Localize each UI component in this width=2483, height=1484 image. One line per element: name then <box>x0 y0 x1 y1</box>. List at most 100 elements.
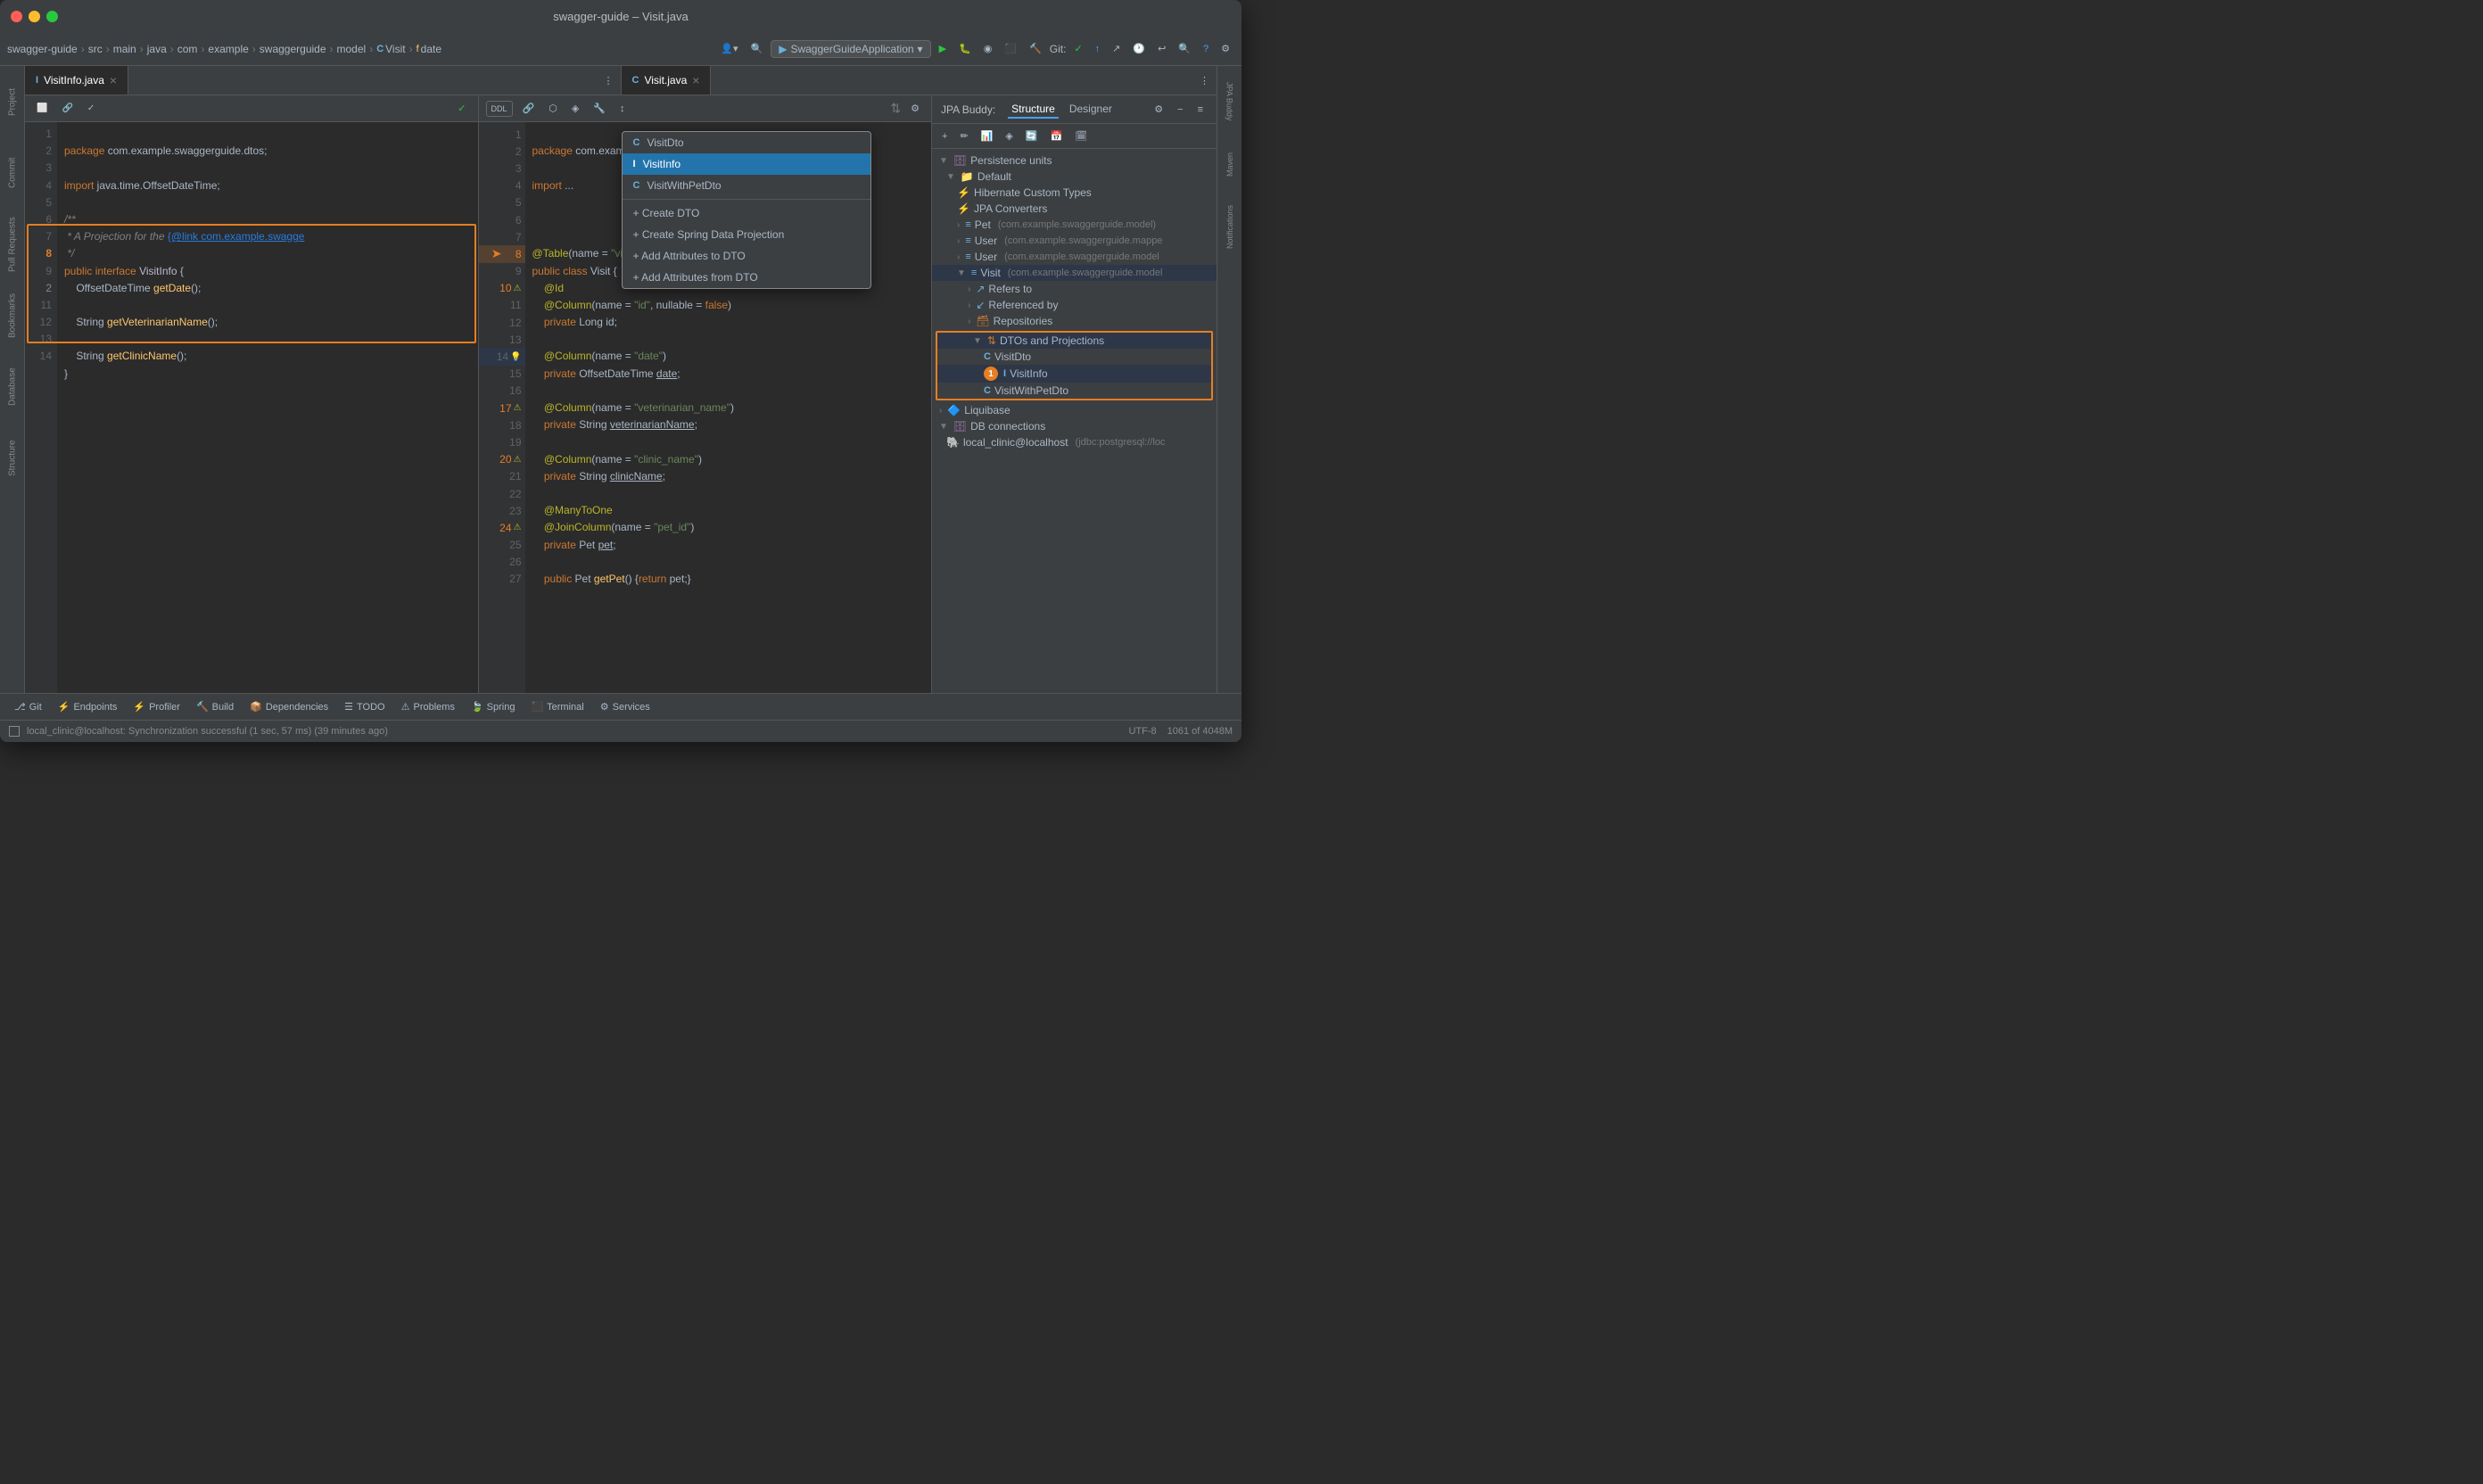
right-tab-notifications[interactable]: Notifications <box>1217 191 1242 262</box>
help-button[interactable]: ? <box>1199 41 1213 57</box>
tree-jpa-converters[interactable]: ⚡ JPA Converters <box>932 201 1217 217</box>
navigate-button[interactable]: 🔍 <box>747 40 768 57</box>
sidebar-tab-pull-requests[interactable]: Pull Requests <box>0 209 25 280</box>
bottom-tab-build[interactable]: 🔨 Build <box>189 698 241 715</box>
bottom-tab-dependencies[interactable]: 📦 Dependencies <box>243 698 335 715</box>
bottom-tab-todo[interactable]: ☰ TODO <box>337 698 392 715</box>
right-tool-5[interactable]: 🔧 <box>589 100 610 117</box>
tree-user-2[interactable]: › ≡ User (com.example.swaggerguide.model <box>932 249 1217 265</box>
dropdown-create-dto[interactable]: + Create DTO <box>623 202 870 224</box>
tab-visit[interactable]: C Visit.java × <box>622 66 712 95</box>
left-tool-validate[interactable]: ✓ <box>453 100 470 117</box>
traffic-lights[interactable] <box>11 11 58 22</box>
jpa-add-btn[interactable]: + <box>937 128 952 144</box>
breadcrumb-java[interactable]: java <box>147 43 167 55</box>
right-settings[interactable]: ⚙ <box>906 100 924 117</box>
tree-liquibase[interactable]: › 🔷 Liquibase <box>932 402 1217 418</box>
search-button[interactable]: 🔍 <box>1174 40 1195 57</box>
tree-referenced-by[interactable]: › ↙ Referenced by <box>932 297 1217 313</box>
coverage-button[interactable]: ◉ <box>979 40 997 57</box>
breadcrumb-swaggerguide[interactable]: swaggerguide <box>260 43 326 55</box>
left-panel-options[interactable]: ⋮ <box>597 66 621 95</box>
jpa-edit-btn[interactable]: ✏ <box>955 128 972 144</box>
stop-button[interactable]: ⬛ <box>1000 40 1021 57</box>
left-tool-1[interactable]: ⬜ <box>32 101 52 116</box>
git-history-button[interactable]: 🕐 <box>1128 40 1150 57</box>
dropdown-item-visitwithpetdto[interactable]: C VisitWithPetDto <box>623 175 870 196</box>
minimize-button[interactable] <box>29 11 40 22</box>
right-panel-options[interactable]: ⋮ <box>1192 66 1217 95</box>
right-tab-maven[interactable]: Maven <box>1217 137 1242 191</box>
breadcrumb-src[interactable]: src <box>88 43 103 55</box>
bottom-tab-profiler[interactable]: ⚡ Profiler <box>126 698 187 715</box>
sidebar-tab-bookmarks[interactable]: Bookmarks <box>0 280 25 351</box>
bottom-tab-terminal[interactable]: ⬛ Terminal <box>524 698 590 715</box>
sidebar-tab-structure[interactable]: Structure <box>0 423 25 494</box>
tree-persistence-units[interactable]: ▼ 🗄 Persistence units <box>932 153 1217 169</box>
breadcrumb-model[interactable]: model <box>337 43 367 55</box>
tree-default[interactable]: ▼ 📁 Default <box>932 169 1217 185</box>
right-tool-4[interactable]: ◈ <box>567 100 583 117</box>
right-tool-ddl[interactable]: DDL <box>486 101 513 117</box>
right-tool-6[interactable]: ↕ <box>615 101 630 117</box>
maximize-button[interactable] <box>46 11 58 22</box>
git-pull-button[interactable]: ↗ <box>1108 40 1125 57</box>
git-check-button[interactable]: ✓ <box>1069 40 1086 57</box>
tab-visitinfo[interactable]: I VisitInfo.java × <box>25 66 128 95</box>
jpa-tab-structure[interactable]: Structure <box>1008 101 1059 119</box>
dropdown-add-from-dto[interactable]: + Add Attributes from DTO <box>623 267 870 288</box>
tree-repositories[interactable]: › 🗃 Repositories <box>932 313 1217 329</box>
bottom-tab-services[interactable]: ⚙ Services <box>593 698 657 715</box>
breadcrumb-visit[interactable]: Visit <box>385 43 405 55</box>
right-tool-2[interactable]: 🔗 <box>518 100 540 117</box>
bottom-tab-endpoints[interactable]: ⚡ Endpoints <box>51 698 125 715</box>
tree-visitwithpetdto[interactable]: C VisitWithPetDto <box>937 383 1211 399</box>
tree-db-connections[interactable]: ▼ 🗄 DB connections <box>932 418 1217 434</box>
jpa-tool-6[interactable]: 📅 <box>1046 128 1068 144</box>
sidebar-tab-commit[interactable]: Commit <box>0 137 25 209</box>
tree-local-clinic[interactable]: 🐘 local_clinic@localhost (jdbc:postgresq… <box>932 434 1217 450</box>
breadcrumb-example[interactable]: example <box>208 43 248 55</box>
tab-close-visitinfo[interactable]: × <box>110 74 117 87</box>
tree-refers-to[interactable]: › ↗ Refers to <box>932 281 1217 297</box>
breadcrumb-com[interactable]: com <box>177 43 198 55</box>
dropdown-item-visitdto[interactable]: C VisitDto <box>623 132 870 153</box>
git-revert-button[interactable]: ↩ <box>1153 40 1170 57</box>
bottom-tab-git[interactable]: ⎇ Git <box>7 698 49 715</box>
jpa-tool-7[interactable]: 🗓 <box>1070 128 1092 144</box>
jpa-options-btn[interactable]: ≡ <box>1193 102 1208 118</box>
tree-visitinfo[interactable]: 1 I VisitInfo <box>937 365 1211 383</box>
tab-close-visit[interactable]: × <box>692 74 699 87</box>
tree-visit[interactable]: ▼ ≡ Visit (com.example.swaggerguide.mode… <box>932 265 1217 281</box>
left-tool-2[interactable]: 🔗 <box>57 101 77 116</box>
run-button[interactable]: ▶ <box>935 40 951 57</box>
jpa-tool-5[interactable]: 🔄 <box>1021 128 1043 144</box>
settings-button[interactable]: ⚙ <box>1217 40 1234 57</box>
jpa-tab-designer[interactable]: Designer <box>1066 101 1116 119</box>
jpa-settings-btn[interactable]: ⚙ <box>1150 101 1167 118</box>
tree-dtos-projections[interactable]: ▼ ⇅ DTOs and Projections <box>937 333 1211 349</box>
git-push-button[interactable]: ↑ <box>1091 41 1105 57</box>
sidebar-tab-database[interactable]: Database <box>0 351 25 423</box>
dropdown-create-projection[interactable]: + Create Spring Data Projection <box>623 224 870 245</box>
breadcrumb-date[interactable]: date <box>421 43 441 55</box>
dropdown-item-visitinfo[interactable]: I VisitInfo <box>623 153 870 175</box>
jpa-chart-btn[interactable]: 📊 <box>977 128 998 144</box>
tree-hibernate-custom-types[interactable]: ⚡ Hibernate Custom Types <box>932 185 1217 201</box>
jpa-tool-4[interactable]: ◈ <box>1001 128 1017 144</box>
breadcrumb-main[interactable]: main <box>113 43 136 55</box>
debug-button[interactable]: 🐛 <box>954 40 976 57</box>
run-config-selector[interactable]: ▶ SwaggerGuideApplication ▾ <box>771 40 930 58</box>
bottom-tab-problems[interactable]: ⚠ Problems <box>394 698 462 715</box>
sidebar-tab-project[interactable]: Project <box>0 66 25 137</box>
left-tool-3[interactable]: ✓ <box>83 101 99 116</box>
breadcrumb-swagger-guide[interactable]: swagger-guide <box>7 43 78 55</box>
bottom-tab-spring[interactable]: 🍃 Spring <box>464 698 523 715</box>
tree-visitdto[interactable]: C VisitDto <box>937 349 1211 365</box>
close-button[interactable] <box>11 11 22 22</box>
tree-user-1[interactable]: › ≡ User (com.example.swaggerguide.mappe <box>932 233 1217 249</box>
vcs-button[interactable]: 👤▾ <box>716 40 742 57</box>
dropdown-add-to-dto[interactable]: + Add Attributes to DTO <box>623 245 870 267</box>
tree-pet[interactable]: › ≡ Pet (com.example.swaggerguide.model) <box>932 217 1217 233</box>
jpa-minimize-btn[interactable]: − <box>1173 102 1187 118</box>
